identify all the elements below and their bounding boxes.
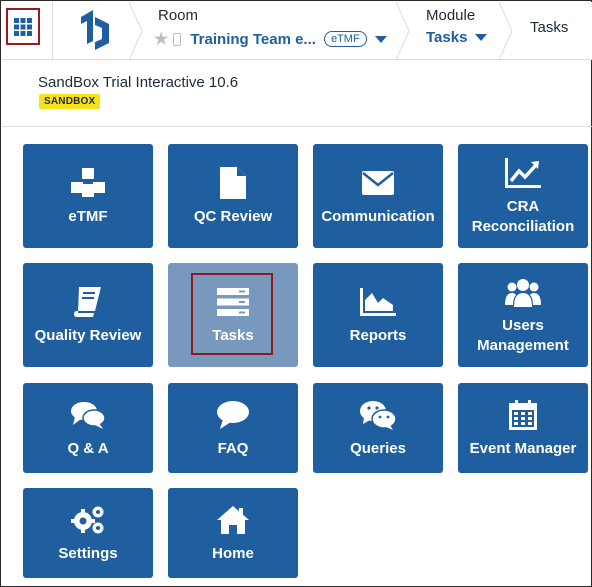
caret-down-icon[interactable] — [374, 35, 387, 43]
room-selector[interactable]: ★ Training Team e... eTMF — [154, 29, 387, 49]
tile-etmf[interactable]: eTMF — [23, 144, 153, 248]
logo-icon — [81, 10, 109, 50]
wechat-icon — [360, 401, 396, 430]
module-name: Tasks — [426, 29, 468, 46]
room-crumb: Room ★ Training Team e... eTMF — [152, 2, 392, 60]
selection-highlight — [191, 273, 273, 355]
tile-reports[interactable]: Reports — [313, 263, 443, 367]
tile-label: Communication — [321, 208, 435, 225]
room-name: Training Team e... — [190, 30, 316, 48]
caret-down-icon[interactable] — [475, 34, 488, 41]
comment-icon — [217, 401, 249, 429]
document-icon — [220, 167, 246, 199]
gears-icon — [71, 506, 104, 534]
comments-icon — [71, 402, 105, 429]
tile-label: Home — [212, 545, 254, 562]
line-chart-icon — [505, 158, 541, 188]
tile-label: Settings — [58, 545, 118, 562]
tile-settings[interactable]: Settings — [23, 488, 153, 578]
tile-communication[interactable]: Communication — [313, 144, 443, 248]
tile-home[interactable]: Home — [168, 488, 298, 578]
room-type-badge: eTMF — [323, 31, 367, 47]
breadcrumb-separator — [129, 2, 143, 60]
tile-label: Quality Review — [34, 327, 142, 344]
tile-faq[interactable]: FAQ — [168, 383, 298, 473]
star-icon[interactable]: ★ — [154, 29, 168, 49]
book-icon — [74, 287, 101, 317]
cubes-icon — [71, 168, 105, 197]
home-icon — [217, 506, 249, 534]
tile-queries[interactable]: Queries — [313, 383, 443, 473]
app-launcher-button[interactable] — [6, 8, 40, 45]
tile-users-management[interactable]: Users Management — [458, 263, 588, 367]
room-title: Room — [158, 7, 199, 24]
tile-event-manager[interactable]: Event Manager — [458, 383, 588, 473]
grid-icon — [14, 17, 32, 36]
module-crumb: Module Tasks — [422, 2, 502, 60]
top-bar: Room ★ Training Team e... eTMF Module Ta… — [2, 2, 592, 60]
tile-label: Q & A — [67, 440, 109, 457]
area-chart-icon — [360, 288, 396, 316]
tile-label: CRA Reconciliation — [471, 198, 575, 235]
tile-label: Event Manager — [469, 440, 577, 457]
tile-label: Reports — [349, 327, 407, 344]
study-name: SandBox Trial Interactive 10.6 — [38, 74, 239, 91]
tile-label: QC Review — [193, 208, 273, 225]
tile-label: Users Management — [477, 317, 569, 354]
module-selector[interactable]: Tasks — [426, 29, 488, 46]
breadcrumb-separator — [396, 2, 410, 60]
app-frame: Room ★ Training Team e... eTMF Module Ta… — [0, 0, 592, 587]
environment-badge: SANDBOX — [39, 94, 101, 109]
tile-label: eTMF — [68, 208, 108, 225]
envelope-icon — [362, 171, 394, 195]
current-page-crumb: Tasks — [530, 19, 569, 36]
tile-qc-review[interactable]: QC Review — [168, 144, 298, 248]
study-info: SandBox Trial Interactive 10.6 SANDBOX — [2, 61, 592, 127]
divider — [52, 2, 53, 60]
calendar-icon — [509, 400, 537, 430]
mobile-icon — [173, 32, 182, 46]
tile-label: FAQ — [217, 440, 249, 457]
module-title: Module — [426, 7, 476, 24]
tile-quality-review[interactable]: Quality Review — [23, 263, 153, 367]
tile-q-and-a[interactable]: Q & A — [23, 383, 153, 473]
tile-label: Queries — [350, 440, 406, 457]
users-icon — [505, 279, 541, 307]
breadcrumb-separator — [499, 2, 513, 60]
tile-cra-reconciliation[interactable]: CRA Reconciliation — [458, 144, 588, 248]
